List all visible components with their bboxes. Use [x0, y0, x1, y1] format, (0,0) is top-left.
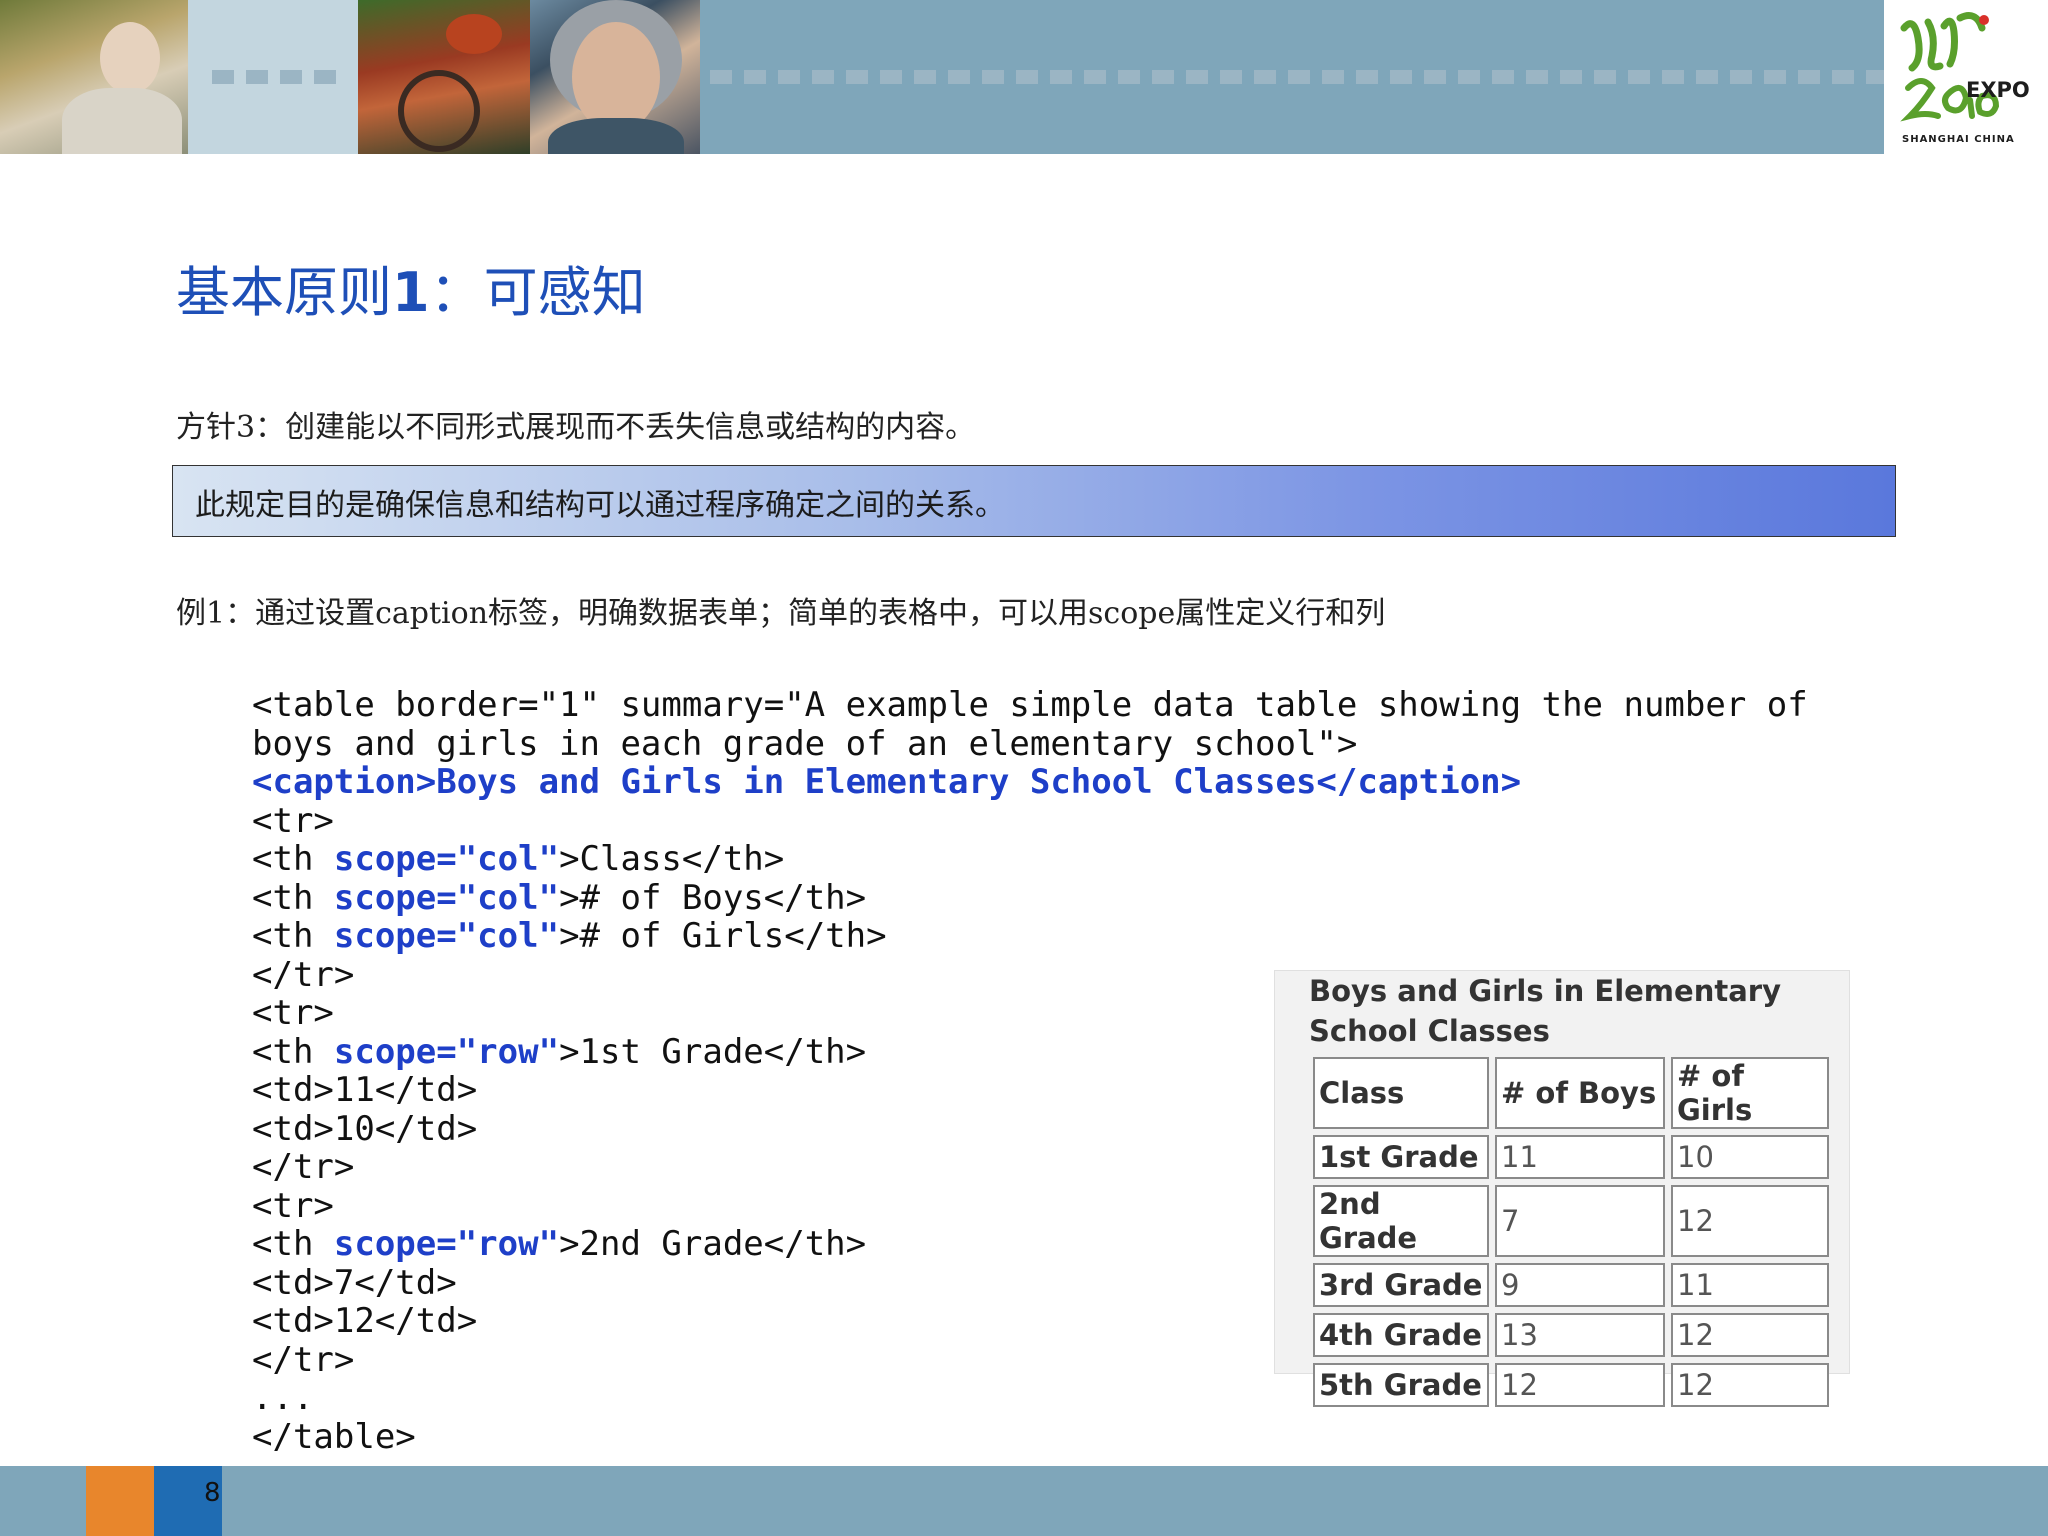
code-line: <table border="1" summary="A example sim…: [252, 685, 1808, 725]
table-row: 1st Grade 11 10: [1313, 1135, 1829, 1179]
code-line: <tr>: [252, 800, 334, 841]
row-header-cell: 1st Grade: [1313, 1135, 1489, 1179]
woman-portrait-photo: [530, 0, 700, 154]
table-header-cell: # of Boys: [1495, 1057, 1665, 1129]
expo-logo-mark-icon: [1900, 12, 2000, 122]
table-header-row: Class # of Boys # of Girls: [1313, 1057, 1829, 1129]
table-cell: 11: [1671, 1263, 1829, 1307]
banner-dashes-right: [710, 70, 1888, 84]
row-header-cell: 4th Grade: [1313, 1313, 1489, 1357]
table-cell: 12: [1495, 1363, 1665, 1407]
purpose-text: 此规定目的是确保信息和结构可以通过程序确定之间的关系。: [195, 488, 1005, 523]
code-line: <th scope="col"># of Girls</th>: [252, 916, 887, 956]
table-cell: 10: [1671, 1135, 1829, 1179]
table-row: 3rd Grade 9 11: [1313, 1263, 1829, 1307]
title-suffix: ：可感知: [429, 261, 646, 324]
table-header-cell: # of Girls: [1671, 1057, 1829, 1129]
footer-orange-block: [86, 1466, 154, 1536]
code-line: <th scope="col"># of Boys</th>: [252, 877, 867, 918]
scope-attribute: scope="col": [333, 877, 560, 918]
footer-bar: [0, 1466, 2048, 1536]
expo-logo-subtext: SHANGHAI CHINA: [1902, 134, 2015, 145]
table-row: 4th Grade 13 12: [1313, 1313, 1829, 1357]
table-header-cell: Class: [1313, 1057, 1489, 1129]
table-cell: 7: [1495, 1185, 1665, 1257]
scope-attribute: scope="col": [333, 916, 560, 956]
wheelchair-athlete-photo: [358, 0, 530, 154]
scope-attribute: scope="row": [333, 1224, 560, 1264]
row-header-cell: 3rd Grade: [1313, 1263, 1489, 1307]
code-line: <th scope="col">Class</th>: [252, 839, 785, 879]
example-description: 例1：通过设置caption标签，明确数据表单；简单的表格中，可以用scope属…: [176, 596, 1386, 631]
rendered-table-caption: Boys and Girls in Elementary School Clas…: [1309, 974, 1781, 1048]
banner-dashes-left: [212, 70, 336, 84]
table-cell: 13: [1495, 1313, 1665, 1357]
code-line-caption: <caption>Boys and Girls in Elementary Sc…: [252, 762, 1522, 802]
table-cell: 11: [1495, 1135, 1665, 1179]
table-cell: 12: [1671, 1185, 1829, 1257]
table-cell: 12: [1671, 1363, 1829, 1407]
rendered-table-screenshot: Boys and Girls in Elementary School Clas…: [1274, 970, 1850, 1407]
title-prefix: 基本原则: [176, 261, 392, 324]
table-cell: 12: [1671, 1313, 1829, 1357]
table-row: 5th Grade 12 12: [1313, 1363, 1829, 1407]
row-header-cell: 2nd Grade: [1313, 1185, 1489, 1257]
table-row: 2nd Grade 7 12: [1313, 1185, 1829, 1257]
elderly-man-photo: [0, 0, 188, 154]
scope-attribute: scope="col": [333, 839, 560, 879]
code-line: </table>: [252, 1416, 416, 1457]
row-header-cell: 5th Grade: [1313, 1363, 1489, 1407]
page-number: 8: [204, 1478, 221, 1508]
table-cell: 9: [1495, 1263, 1665, 1307]
expo-logo-text: EXPO: [1966, 78, 2030, 102]
rendered-data-table: Class # of Boys # of Girls 1st Grade 11 …: [1307, 1051, 1835, 1413]
scope-attribute: scope="row": [333, 1031, 560, 1072]
header-banner: EXPO SHANGHAI CHINA: [0, 0, 2048, 154]
purpose-callout: 此规定目的是确保信息和结构可以通过程序确定之间的关系。: [172, 465, 1896, 537]
expo-logo: EXPO SHANGHAI CHINA: [1884, 0, 2048, 154]
guideline-text: 方针3：创建能以不同形式展现而不丢失信息或结构的内容。: [176, 410, 976, 445]
title-number: 1: [392, 261, 430, 324]
slide-title: 基本原则1：可感知: [176, 248, 646, 327]
code-line: boys and girls in each grade of an eleme…: [252, 723, 1358, 764]
